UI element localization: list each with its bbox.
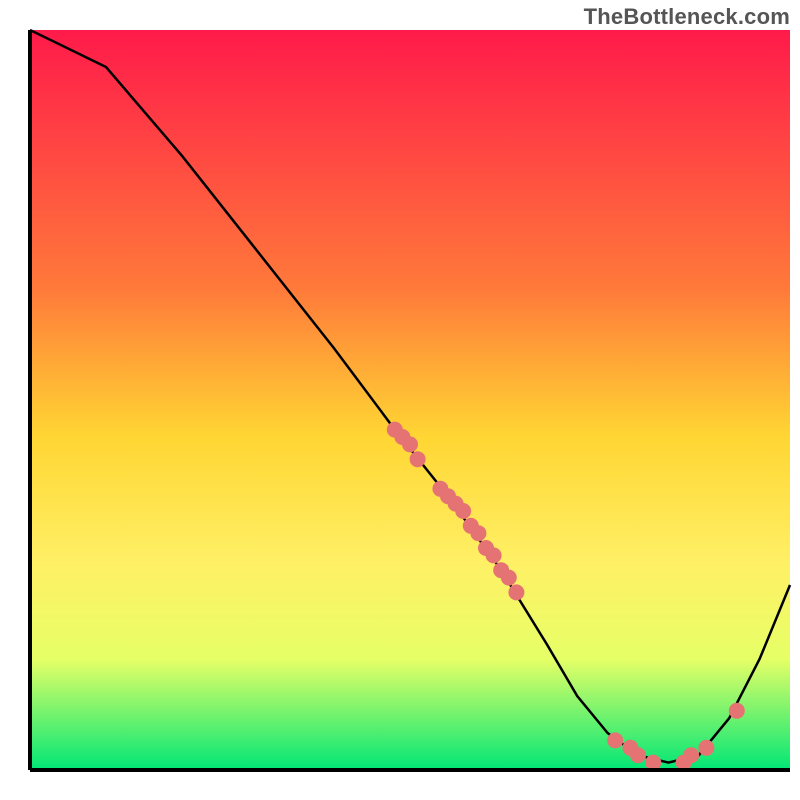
scatter-point [630, 747, 646, 763]
chart-container: TheBottleneck.com [0, 0, 800, 800]
scatter-point [729, 703, 745, 719]
scatter-point [698, 740, 714, 756]
scatter-point [470, 525, 486, 541]
scatter-point [486, 547, 502, 563]
scatter-point [683, 747, 699, 763]
scatter-point [501, 570, 517, 586]
scatter-point [410, 451, 426, 467]
scatter-point [508, 584, 524, 600]
scatter-point [402, 436, 418, 452]
chart-svg [0, 0, 800, 800]
watermark-text: TheBottleneck.com [584, 4, 790, 30]
scatter-point [455, 503, 471, 519]
plot-area [30, 30, 790, 771]
scatter-point [607, 732, 623, 748]
gradient-background [30, 30, 790, 770]
